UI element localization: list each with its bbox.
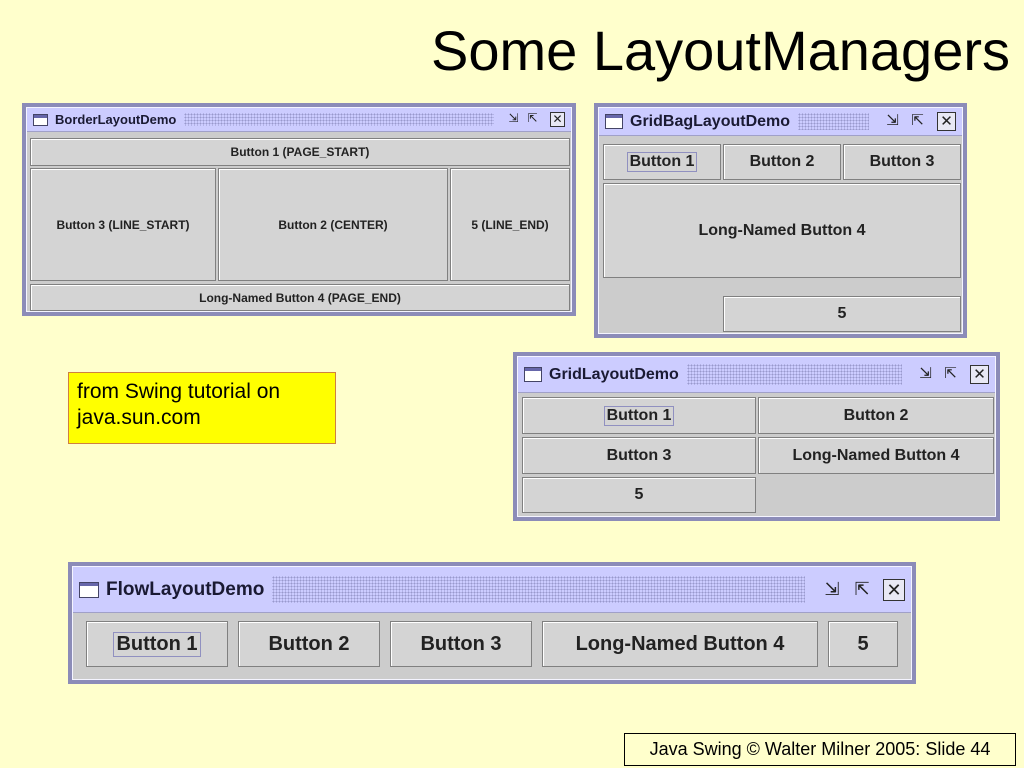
gridbag-layout-window: GridBagLayoutDemo ⇲ ⇱ ✕ Button 1 Button … bbox=[594, 103, 967, 338]
minimize-icon[interactable]: ⇲ bbox=[821, 579, 843, 601]
slide-title: Some LayoutManagers bbox=[430, 19, 1010, 82]
title-bar[interactable]: GridLayoutDemo ⇲ ⇱ ✕ bbox=[518, 357, 995, 393]
window-title: FlowLayoutDemo bbox=[106, 578, 265, 600]
button-5[interactable]: 5 bbox=[522, 477, 756, 513]
button-2[interactable]: Button 2 bbox=[758, 397, 994, 434]
button-1[interactable]: Button 1 bbox=[603, 144, 721, 180]
button-long-named-4[interactable]: Long-Named Button 4 bbox=[542, 621, 818, 667]
button-5[interactable]: 5 bbox=[723, 296, 961, 332]
minimize-icon[interactable]: ⇲ bbox=[883, 112, 902, 131]
button-center[interactable]: Button 2 (CENTER) bbox=[218, 168, 448, 281]
window-icon[interactable] bbox=[79, 581, 99, 598]
close-icon[interactable]: ✕ bbox=[937, 112, 956, 131]
title-bar[interactable]: BorderLayoutDemo ⇲ ⇱ ✕ bbox=[27, 108, 571, 132]
maximize-icon[interactable]: ⇱ bbox=[851, 579, 873, 601]
grid-layout-window: GridLayoutDemo ⇲ ⇱ ✕ Button 1 Button 2 B… bbox=[513, 352, 1000, 521]
window-title: GridLayoutDemo bbox=[549, 365, 679, 383]
button-1[interactable]: Button 1 bbox=[522, 397, 756, 434]
close-icon[interactable]: ✕ bbox=[970, 365, 989, 384]
maximize-icon[interactable]: ⇱ bbox=[941, 365, 960, 384]
button-2[interactable]: Button 2 bbox=[238, 621, 380, 667]
title-bar[interactable]: FlowLayoutDemo ⇲ ⇱ ✕ bbox=[73, 567, 911, 613]
button-3[interactable]: Button 3 bbox=[843, 144, 961, 180]
title-grip bbox=[686, 364, 902, 385]
button-1[interactable]: Button 1 bbox=[86, 621, 228, 667]
button-long-named-4[interactable]: Long-Named Button 4 bbox=[758, 437, 994, 474]
button-page-end[interactable]: Long-Named Button 4 (PAGE_END) bbox=[30, 284, 570, 311]
border-layout-window: BorderLayoutDemo ⇲ ⇱ ✕ Button 1 (PAGE_ST… bbox=[22, 103, 576, 316]
minimize-icon[interactable]: ⇲ bbox=[506, 112, 521, 127]
source-note-line-1: from Swing tutorial on bbox=[77, 380, 281, 403]
button-3[interactable]: Button 3 bbox=[390, 621, 532, 667]
button-3[interactable]: Button 3 bbox=[522, 437, 756, 474]
title-grip bbox=[272, 576, 805, 603]
close-icon[interactable]: ✕ bbox=[550, 112, 565, 127]
button-long-named-4[interactable]: Long-Named Button 4 bbox=[603, 183, 961, 278]
source-note-line-2: java.sun.com bbox=[77, 406, 201, 429]
button-2[interactable]: Button 2 bbox=[723, 144, 841, 180]
title-grip bbox=[798, 113, 869, 130]
window-title: BorderLayoutDemo bbox=[55, 112, 177, 127]
button-line-start[interactable]: Button 3 (LINE_START) bbox=[30, 168, 216, 281]
button-page-start[interactable]: Button 1 (PAGE_START) bbox=[30, 138, 570, 166]
window-icon[interactable] bbox=[33, 113, 48, 126]
button-line-end[interactable]: 5 (LINE_END) bbox=[450, 168, 570, 281]
slide-footer: Java Swing © Walter Milner 2005: Slide 4… bbox=[624, 733, 1016, 766]
close-icon[interactable]: ✕ bbox=[883, 578, 905, 601]
flow-layout-window: FlowLayoutDemo ⇲ ⇱ ✕ Button 1 Button 2 B… bbox=[68, 562, 916, 684]
button-5[interactable]: 5 bbox=[828, 621, 898, 667]
maximize-icon[interactable]: ⇱ bbox=[525, 112, 540, 127]
minimize-icon[interactable]: ⇲ bbox=[916, 365, 935, 384]
maximize-icon[interactable]: ⇱ bbox=[908, 112, 927, 131]
window-icon[interactable] bbox=[524, 367, 542, 382]
window-icon[interactable] bbox=[605, 114, 623, 129]
title-bar[interactable]: GridBagLayoutDemo ⇲ ⇱ ✕ bbox=[599, 108, 962, 136]
source-note: from Swing tutorial on java.sun.com bbox=[68, 372, 336, 444]
window-title: GridBagLayoutDemo bbox=[630, 112, 791, 130]
title-grip bbox=[184, 112, 494, 127]
